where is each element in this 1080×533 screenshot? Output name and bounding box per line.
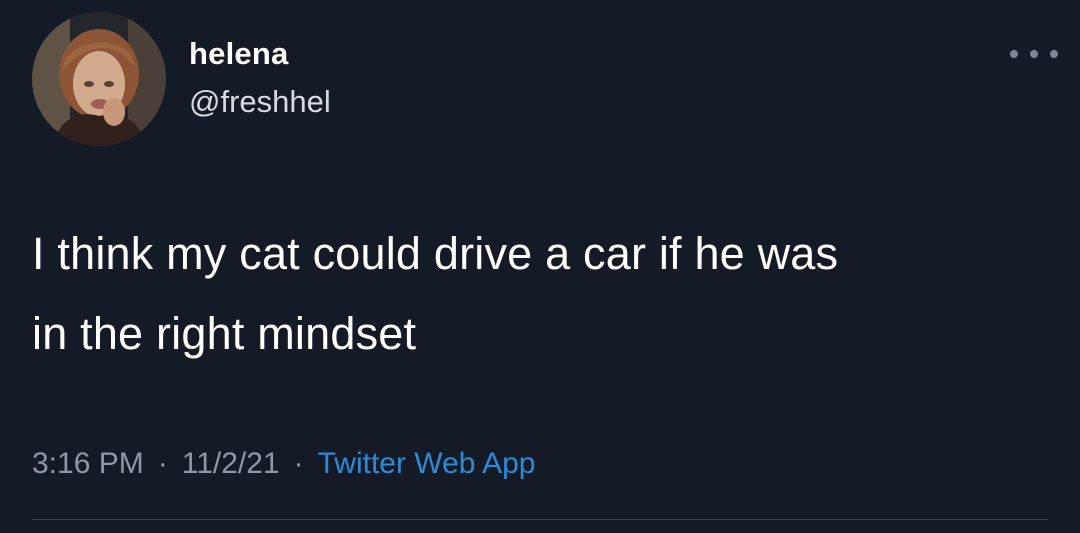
tweet-text: I think my cat could drive a car if he w… [32,228,839,359]
avatar[interactable] [32,12,166,146]
more-horizontal-icon [1050,50,1058,58]
tweet-date: 11/2/21 [181,447,280,480]
tweet-card: helena @freshhel I think my cat could dr… [0,0,1080,533]
more-options-button[interactable] [1010,42,1058,66]
author-block: helena @freshhel [189,34,331,122]
more-horizontal-icon [1030,50,1038,58]
display-name[interactable]: helena [189,34,331,74]
tweet-time: 3:16 PM [32,447,144,480]
more-horizontal-icon [1010,50,1018,58]
divider [32,519,1048,520]
meta-separator: · [157,447,168,480]
meta-separator: · [293,447,304,480]
tweet-meta: 3:16 PM · 11/2/21 · Twitter Web App [32,444,536,484]
user-handle[interactable]: @freshhel [189,82,331,122]
source-link[interactable]: Twitter Web App [318,447,536,480]
